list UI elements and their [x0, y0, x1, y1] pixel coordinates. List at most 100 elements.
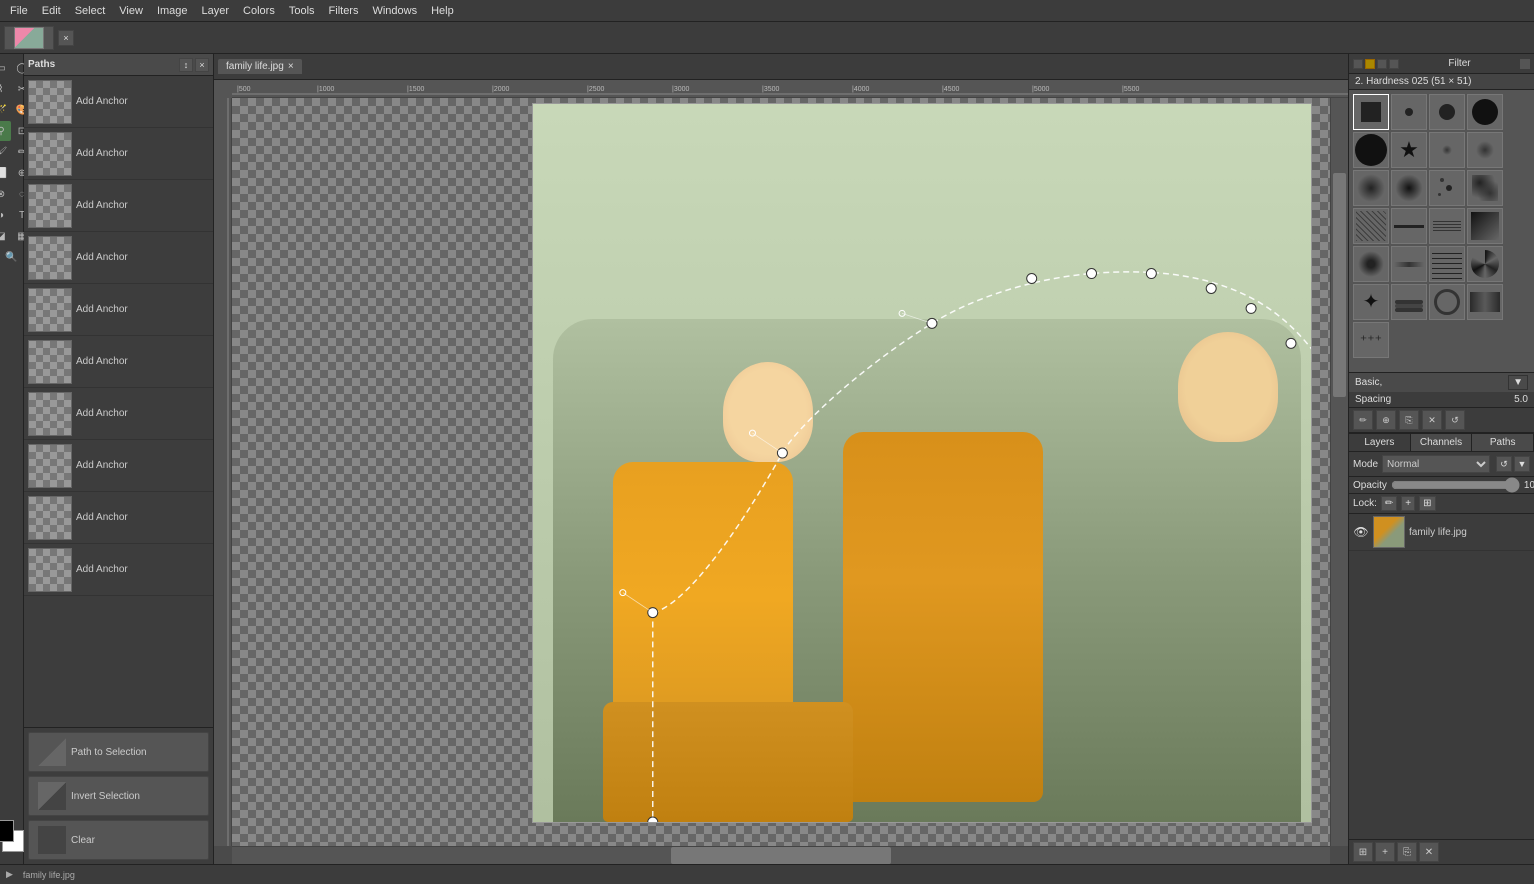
foreground-color[interactable]	[0, 820, 14, 842]
tab-channels[interactable]: Channels	[1411, 434, 1473, 451]
brush-swatch[interactable]: ★	[1391, 132, 1427, 168]
tab-paths[interactable]: Paths	[1472, 434, 1534, 451]
hscroll[interactable]	[232, 846, 1330, 864]
brush-swatch[interactable]	[1467, 246, 1503, 282]
opacity-slider[interactable]	[1391, 479, 1520, 491]
tool-eraser[interactable]: ⬜	[0, 163, 11, 183]
svg-text:|3500: |3500	[762, 86, 779, 93]
delete-layer-btn[interactable]: ✕	[1419, 842, 1439, 862]
brush-swatch[interactable]	[1391, 246, 1427, 282]
brush-swatch[interactable]	[1353, 132, 1389, 168]
category-dropdown[interactable]: ▼	[1508, 375, 1528, 390]
lock-pixels-btn[interactable]: ✏	[1381, 496, 1397, 511]
list-item[interactable]: Add Anchor	[24, 128, 213, 180]
mode-select[interactable]: Normal Multiply Screen Overlay	[1382, 455, 1490, 473]
refresh-brush-btn[interactable]: ↺	[1445, 410, 1465, 430]
menu-windows[interactable]: Windows	[366, 3, 423, 19]
delete-brush-btn[interactable]: ✕	[1422, 410, 1442, 430]
list-item[interactable]: Add Anchor	[24, 284, 213, 336]
brush-swatch[interactable]	[1429, 284, 1465, 320]
brush-swatch[interactable]: ⁺⁺⁺	[1353, 322, 1389, 358]
close-preview-btn[interactable]: ×	[58, 30, 74, 46]
left-panel-btn2[interactable]: ×	[195, 58, 209, 72]
new-layer-group-btn[interactable]: ⊞	[1353, 842, 1373, 862]
list-item[interactable]: Add Anchor	[24, 388, 213, 440]
brush-swatch[interactable]	[1429, 132, 1465, 168]
brush-swatch[interactable]	[1391, 284, 1427, 320]
brush-swatch[interactable]	[1353, 246, 1389, 282]
clear-btn[interactable]: Clear	[28, 820, 209, 860]
canvas-tab-family[interactable]: family life.jpg ×	[218, 59, 302, 74]
layer-visibility-toggle[interactable]: 👁	[1353, 524, 1369, 540]
table-row[interactable]: 👁 family life.jpg	[1349, 514, 1534, 551]
brush-swatch[interactable]	[1467, 94, 1503, 130]
menu-file[interactable]: File	[4, 3, 34, 19]
brush-swatch[interactable]	[1429, 208, 1465, 244]
toolbox: ▭ ◯ ⌇ ✂ 🪄 🎨 ⚲ ⊡ 🖌 ✏	[0, 54, 24, 864]
mode-reset-btn[interactable]: ↺	[1496, 456, 1512, 472]
menu-image[interactable]: Image	[151, 3, 194, 19]
window-ctrl-2[interactable]	[1365, 59, 1375, 69]
brush-swatch[interactable]	[1353, 170, 1389, 206]
lock-position-btn[interactable]: ⊞	[1419, 496, 1435, 511]
menu-layer[interactable]: Layer	[196, 3, 236, 19]
tool-heal[interactable]: ⊗	[0, 184, 11, 204]
tool-rectangle[interactable]: ▭	[0, 58, 11, 78]
edit-brush-btn[interactable]: ✏	[1353, 410, 1373, 430]
filter-menu-btn[interactable]	[1520, 59, 1530, 69]
brush-swatch[interactable]	[1391, 94, 1427, 130]
invert-selection-btn[interactable]: Invert Selection	[28, 776, 209, 816]
mode-extra-btn[interactable]: ▼	[1514, 456, 1530, 472]
tool-paths[interactable]: ⚲	[0, 121, 11, 141]
tool-paintbrush[interactable]: 🖌	[0, 142, 11, 162]
canvas-tab-close[interactable]: ×	[288, 61, 294, 72]
brush-swatch[interactable]	[1391, 208, 1427, 244]
menu-colors[interactable]: Colors	[237, 3, 281, 19]
ruler-top: |500 |1000 |1500 |2000 |2500 |3000 |3500…	[232, 80, 1348, 98]
menu-edit[interactable]: Edit	[36, 3, 67, 19]
path-to-selection-btn[interactable]: Path to Selection	[28, 732, 209, 772]
window-ctrl-1[interactable]	[1353, 59, 1363, 69]
tool-dodge[interactable]: ◑	[0, 205, 11, 225]
brush-swatch[interactable]	[1391, 170, 1427, 206]
copy-brush-btn[interactable]: ⎘	[1399, 410, 1419, 430]
new-layer-btn[interactable]: +	[1375, 842, 1395, 862]
right-panel-header: Filter	[1349, 54, 1534, 74]
list-item[interactable]: Add Anchor	[24, 336, 213, 388]
tool-zoom[interactable]: 🔍	[2, 247, 22, 267]
brush-swatch[interactable]	[1467, 170, 1503, 206]
tool-lasso[interactable]: ⌇	[0, 79, 11, 99]
menu-select[interactable]: Select	[69, 3, 112, 19]
new-brush-btn[interactable]: ⊕	[1376, 410, 1396, 430]
brush-swatch[interactable]	[1429, 246, 1465, 282]
lock-alpha-btn[interactable]: +	[1401, 496, 1415, 511]
brush-swatch[interactable]	[1467, 208, 1503, 244]
canvas-viewport[interactable]	[232, 98, 1330, 846]
duplicate-layer-btn[interactable]: ⎘	[1397, 842, 1417, 862]
tool-bucket[interactable]: ◪	[0, 226, 11, 246]
list-item[interactable]: Add Anchor	[24, 544, 213, 596]
left-panel-btn1[interactable]: ↕	[179, 58, 193, 72]
brush-swatch[interactable]	[1429, 94, 1465, 130]
tab-layers[interactable]: Layers	[1349, 434, 1411, 451]
list-item[interactable]: Add Anchor	[24, 440, 213, 492]
list-item[interactable]: Add Anchor	[24, 76, 213, 128]
list-item[interactable]: Add Anchor	[24, 492, 213, 544]
brush-swatch[interactable]	[1353, 208, 1389, 244]
tool-fuzzy[interactable]: 🪄	[0, 100, 11, 120]
list-item[interactable]: Add Anchor	[24, 180, 213, 232]
brush-swatch[interactable]	[1429, 170, 1465, 206]
list-item[interactable]: Add Anchor	[24, 232, 213, 284]
color-swatches[interactable]	[0, 820, 32, 860]
brush-swatch[interactable]	[1353, 94, 1389, 130]
menu-tools[interactable]: Tools	[283, 3, 321, 19]
menu-view[interactable]: View	[113, 3, 149, 19]
vscroll[interactable]	[1330, 98, 1348, 846]
brush-swatch[interactable]: ✦	[1353, 284, 1389, 320]
brush-swatch[interactable]	[1467, 132, 1503, 168]
brush-swatch[interactable]	[1467, 284, 1503, 320]
window-ctrl-3[interactable]	[1377, 59, 1387, 69]
menu-filters[interactable]: Filters	[323, 3, 365, 19]
menu-help[interactable]: Help	[425, 3, 460, 19]
window-ctrl-4[interactable]	[1389, 59, 1399, 69]
